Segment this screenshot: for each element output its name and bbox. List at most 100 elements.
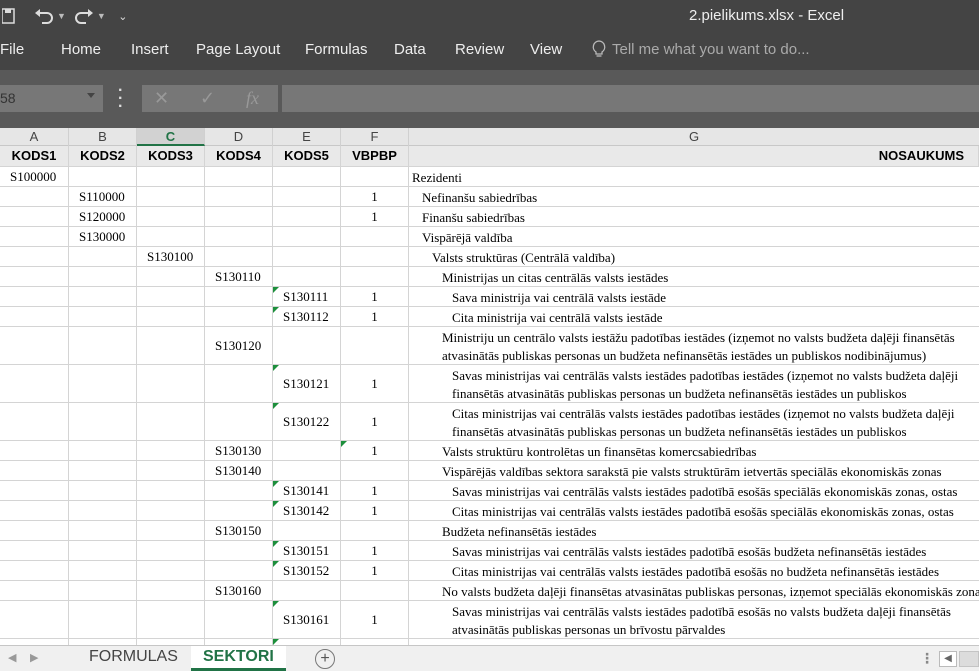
cell-c[interactable]: [137, 441, 205, 461]
cell-b[interactable]: [69, 501, 137, 521]
function-icon[interactable]: fx: [246, 88, 259, 109]
column-header-d[interactable]: D: [205, 128, 273, 146]
cell-f[interactable]: [341, 227, 409, 247]
cell-c[interactable]: [137, 601, 205, 639]
cell-c[interactable]: [137, 365, 205, 403]
cancel-icon[interactable]: ✕: [154, 88, 169, 109]
cell-c[interactable]: S130100: [137, 247, 205, 267]
cell-g[interactable]: Ministriju un centrālo valsts iestāžu pa…: [409, 327, 979, 365]
cell-a[interactable]: [0, 327, 69, 365]
cell-f[interactable]: 1: [341, 287, 409, 307]
column-header-f[interactable]: F: [341, 128, 409, 146]
cell-c[interactable]: [137, 267, 205, 287]
cell-a[interactable]: [0, 207, 69, 227]
cell-d[interactable]: [205, 601, 273, 639]
cell-a[interactable]: [0, 581, 69, 601]
cell-f[interactable]: 1: [341, 307, 409, 327]
cell-d[interactable]: [205, 207, 273, 227]
column-header-b[interactable]: B: [69, 128, 137, 146]
cell-c[interactable]: [137, 403, 205, 441]
cell-a[interactable]: [0, 601, 69, 639]
cell-e[interactable]: [273, 187, 341, 207]
header-cell-kods3[interactable]: KODS3: [137, 146, 205, 167]
cell-e[interactable]: [273, 167, 341, 187]
cell-c[interactable]: [137, 521, 205, 541]
cell-a[interactable]: [0, 247, 69, 267]
more-icon[interactable]: ⋮: [920, 650, 934, 667]
cell-e[interactable]: [273, 227, 341, 247]
cell-f[interactable]: [341, 327, 409, 365]
cell-b[interactable]: [69, 167, 137, 187]
cell-c[interactable]: [137, 227, 205, 247]
cell-a[interactable]: [0, 365, 69, 403]
cell-d[interactable]: S130130: [205, 441, 273, 461]
cell-b[interactable]: [69, 581, 137, 601]
cell-b[interactable]: [69, 481, 137, 501]
cell-a[interactable]: [0, 541, 69, 561]
cell-g[interactable]: No valsts budžeta daļēji finansētas atva…: [409, 581, 979, 601]
cell-b[interactable]: [69, 521, 137, 541]
cell-g[interactable]: Citas ministrijas vai centrālās valsts i…: [409, 561, 979, 581]
header-cell-kods4[interactable]: KODS4: [205, 146, 273, 167]
scroll-sheets-left-icon[interactable]: ◀: [8, 651, 16, 664]
tab-insert[interactable]: Insert: [131, 41, 169, 58]
cell-g[interactable]: Savas ministrijas vai centrālās valsts i…: [409, 365, 979, 403]
cell-f[interactable]: [341, 521, 409, 541]
cell-d[interactable]: [205, 561, 273, 581]
cell-a[interactable]: [0, 461, 69, 481]
column-header-g[interactable]: G: [409, 128, 979, 146]
cell-g[interactable]: Nefinanšu sabiedrības: [409, 187, 979, 207]
cell-e[interactable]: [273, 581, 341, 601]
cell-c[interactable]: [137, 541, 205, 561]
cell-b[interactable]: S120000: [69, 207, 137, 227]
cell-e[interactable]: S130152: [273, 561, 341, 581]
cell-a[interactable]: [0, 307, 69, 327]
cell-c[interactable]: [137, 581, 205, 601]
cell-b[interactable]: [69, 267, 137, 287]
scroll-left-icon[interactable]: ◀: [939, 651, 957, 667]
cell-d[interactable]: [205, 307, 273, 327]
cell-e[interactable]: S130121: [273, 365, 341, 403]
cell-a[interactable]: [0, 481, 69, 501]
cell-e[interactable]: [273, 267, 341, 287]
cell-a[interactable]: [0, 441, 69, 461]
chevron-down-icon[interactable]: [87, 93, 95, 98]
horizontal-scrollbar[interactable]: [959, 651, 979, 667]
cell-d[interactable]: [205, 287, 273, 307]
cell-a[interactable]: [0, 287, 69, 307]
cell-e[interactable]: S130141: [273, 481, 341, 501]
cell-f[interactable]: [341, 461, 409, 481]
cell-d[interactable]: S130110: [205, 267, 273, 287]
cell-c[interactable]: [137, 167, 205, 187]
header-cell-kods1[interactable]: KODS1: [0, 146, 69, 167]
column-header-a[interactable]: A: [0, 128, 69, 146]
cell-a[interactable]: [0, 521, 69, 541]
cell-b[interactable]: [69, 461, 137, 481]
cell-d[interactable]: [205, 247, 273, 267]
tell-me-box[interactable]: Tell me what you want to do...: [592, 40, 810, 58]
cell-d[interactable]: S130140: [205, 461, 273, 481]
cell-a[interactable]: [0, 501, 69, 521]
enter-icon[interactable]: ✓: [200, 88, 215, 109]
cell-g[interactable]: Valsts struktūru kontrolētas un finansēt…: [409, 441, 979, 461]
cell-d[interactable]: [205, 403, 273, 441]
cell-c[interactable]: [137, 287, 205, 307]
cell-b[interactable]: [69, 327, 137, 365]
cell-g[interactable]: Citas ministrijas vai centrālās valsts i…: [409, 501, 979, 521]
column-header-c[interactable]: C: [137, 128, 205, 146]
cell-d[interactable]: [205, 481, 273, 501]
cell-d[interactable]: S130120: [205, 327, 273, 365]
cell-b[interactable]: [69, 561, 137, 581]
cell-f[interactable]: 1: [341, 403, 409, 441]
cell-f[interactable]: 1: [341, 561, 409, 581]
cell-g[interactable]: Savas ministrijas vai centrālās valsts i…: [409, 601, 979, 639]
cell-e[interactable]: [273, 207, 341, 227]
tab-formulas[interactable]: Formulas: [305, 41, 368, 58]
cell-f[interactable]: 1: [341, 187, 409, 207]
sheet-tab-formulas[interactable]: FORMULAS: [77, 646, 190, 671]
cell-g[interactable]: Finanšu sabiedrības: [409, 207, 979, 227]
cell-d[interactable]: [205, 187, 273, 207]
scroll-sheets-right-icon[interactable]: ▶: [30, 651, 38, 664]
cell-b[interactable]: [69, 307, 137, 327]
cell-c[interactable]: [137, 461, 205, 481]
